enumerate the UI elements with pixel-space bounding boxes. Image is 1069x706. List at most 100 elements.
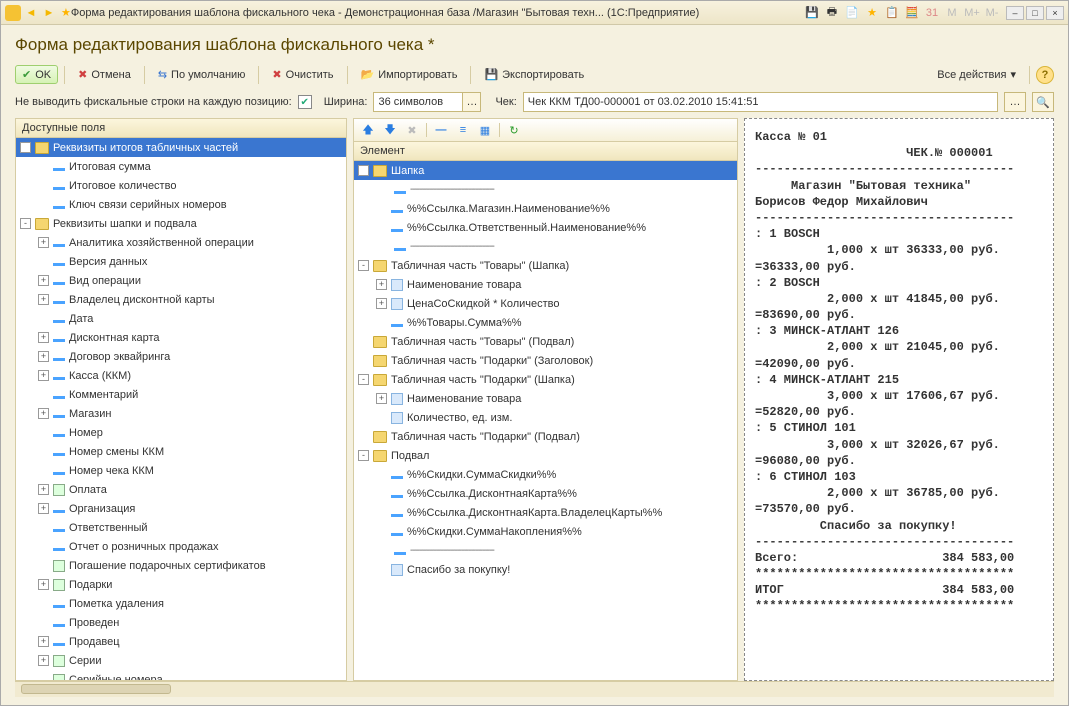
- default-button[interactable]: ⇆По умолчанию: [151, 65, 253, 84]
- expand-toggle[interactable]: +: [376, 279, 387, 290]
- expand-toggle[interactable]: +: [38, 636, 49, 647]
- refresh-icon[interactable]: ↻: [506, 122, 522, 138]
- expand-toggle[interactable]: +: [38, 655, 49, 666]
- tree-item[interactable]: +Касса (ККМ): [16, 366, 346, 385]
- expand-toggle[interactable]: +: [38, 275, 49, 286]
- move-up-icon[interactable]: 🡅: [360, 122, 376, 138]
- elements-tree[interactable]: -Шапка----------------------------------…: [354, 161, 737, 680]
- tree-item[interactable]: +Дисконтная карта: [16, 328, 346, 347]
- tree-item[interactable]: %%Скидки.СуммаНакопления%%: [354, 522, 737, 541]
- tree-item[interactable]: Номер: [16, 423, 346, 442]
- delete-icon[interactable]: ✖: [404, 122, 420, 138]
- tree-item[interactable]: +Серии: [16, 651, 346, 670]
- tree-item[interactable]: +Аналитика хозяйственной операции: [16, 233, 346, 252]
- tree-item[interactable]: +Владелец дисконтной карты: [16, 290, 346, 309]
- expand-toggle[interactable]: +: [38, 351, 49, 362]
- scrollbar-thumb[interactable]: [21, 684, 171, 694]
- tree-item[interactable]: Спасибо за покупку!: [354, 560, 737, 579]
- check-browse-button[interactable]: …: [1004, 92, 1026, 112]
- tree-item[interactable]: %%Ссылка.Магазин.Наименование%%: [354, 199, 737, 218]
- separator-item[interactable]: ------------------------------------: [354, 541, 737, 560]
- check-lookup-button[interactable]: 🔍: [1032, 92, 1054, 112]
- forward-icon[interactable]: ►: [41, 5, 57, 21]
- horizontal-scrollbar[interactable]: [15, 681, 1054, 697]
- tree-item[interactable]: Количество, ед. изм.: [354, 408, 737, 427]
- star2-icon[interactable]: ★: [864, 5, 880, 21]
- tree-item[interactable]: Табличная часть "Подарки" (Заголовок): [354, 351, 737, 370]
- tree-item[interactable]: Версия данных: [16, 252, 346, 271]
- tree-item[interactable]: Проведен: [16, 613, 346, 632]
- tree-item[interactable]: -Подвал: [354, 446, 737, 465]
- back-icon[interactable]: ◄: [23, 5, 39, 21]
- help-button[interactable]: ?: [1036, 66, 1054, 84]
- expand-icon[interactable]: ≡: [455, 122, 471, 138]
- tree-item[interactable]: Серийные номера: [16, 670, 346, 680]
- suppress-checkbox[interactable]: ✔: [298, 95, 312, 109]
- tree-item[interactable]: +Наименование товара: [354, 389, 737, 408]
- tree-item[interactable]: Итоговое количество: [16, 176, 346, 195]
- expand-toggle[interactable]: +: [376, 298, 387, 309]
- tree-item[interactable]: +Организация: [16, 499, 346, 518]
- tree-item[interactable]: -Реквизиты итогов табличных частей: [16, 138, 346, 157]
- tree-item[interactable]: -Табличная часть "Товары" (Шапка): [354, 256, 737, 275]
- expand-toggle[interactable]: +: [38, 484, 49, 495]
- tree-item[interactable]: %%Товары.Сумма%%: [354, 313, 737, 332]
- expand-toggle[interactable]: +: [38, 332, 49, 343]
- expand-toggle[interactable]: -: [20, 218, 31, 229]
- favorite-icon[interactable]: ★: [61, 6, 71, 19]
- expand-toggle[interactable]: -: [358, 165, 369, 176]
- cancel-button[interactable]: ✖Отмена: [71, 65, 138, 84]
- list-icon[interactable]: ▦: [477, 122, 493, 138]
- tree-item[interactable]: %%Скидки.СуммаСкидки%%: [354, 465, 737, 484]
- tree-item[interactable]: Номер чека ККМ: [16, 461, 346, 480]
- calendar-icon[interactable]: 31: [924, 5, 940, 21]
- mplus-icon[interactable]: M+: [964, 5, 980, 21]
- tree-item[interactable]: %%Ссылка.ДисконтнаяКарта%%: [354, 484, 737, 503]
- tree-item[interactable]: Табличная часть "Товары" (Подвал): [354, 332, 737, 351]
- tree-item[interactable]: +Магазин: [16, 404, 346, 423]
- all-actions-button[interactable]: Все действия▾: [930, 65, 1023, 84]
- width-input[interactable]: [373, 92, 463, 112]
- tree-item[interactable]: -Реквизиты шапки и подвала: [16, 214, 346, 233]
- width-dropdown-more[interactable]: …: [463, 92, 481, 112]
- tree-item[interactable]: Отчет о розничных продажах: [16, 537, 346, 556]
- clear-button[interactable]: ✖Очистить: [265, 65, 340, 84]
- import-button[interactable]: 📂Импортировать: [354, 65, 465, 84]
- doc-icon[interactable]: 📄: [844, 5, 860, 21]
- tree-item[interactable]: Комментарий: [16, 385, 346, 404]
- maximize-button[interactable]: □: [1026, 6, 1044, 20]
- tree-item[interactable]: Табличная часть "Подарки" (Подвал): [354, 427, 737, 446]
- m-icon[interactable]: M: [944, 5, 960, 21]
- expand-toggle[interactable]: +: [38, 370, 49, 381]
- tree-item[interactable]: +Вид операции: [16, 271, 346, 290]
- separator-item[interactable]: ------------------------------------: [354, 180, 737, 199]
- close-button[interactable]: ×: [1046, 6, 1064, 20]
- tree-item[interactable]: Пометка удаления: [16, 594, 346, 613]
- expand-toggle[interactable]: +: [376, 393, 387, 404]
- export-button[interactable]: 💾Экспортировать: [477, 65, 591, 84]
- clipboard-icon[interactable]: 📋: [884, 5, 900, 21]
- expand-toggle[interactable]: +: [38, 408, 49, 419]
- collapse-icon[interactable]: —: [433, 122, 449, 138]
- expand-toggle[interactable]: -: [358, 260, 369, 271]
- tree-item[interactable]: +Продавец: [16, 632, 346, 651]
- print-icon[interactable]: 🖶: [824, 5, 840, 21]
- tree-item[interactable]: +Договор эквайринга: [16, 347, 346, 366]
- calc-icon[interactable]: 🧮: [904, 5, 920, 21]
- move-down-icon[interactable]: 🡇: [382, 122, 398, 138]
- tree-item[interactable]: Итоговая сумма: [16, 157, 346, 176]
- tree-item[interactable]: Номер смены ККМ: [16, 442, 346, 461]
- tree-item[interactable]: -Табличная часть "Подарки" (Шапка): [354, 370, 737, 389]
- tree-item[interactable]: +ЦенаСоСкидкой * Количество: [354, 294, 737, 313]
- ok-button[interactable]: ✔OK: [15, 65, 58, 84]
- expand-toggle[interactable]: +: [38, 294, 49, 305]
- tree-item[interactable]: +Подарки: [16, 575, 346, 594]
- tree-item[interactable]: -Шапка: [354, 161, 737, 180]
- expand-toggle[interactable]: -: [358, 374, 369, 385]
- mminus-icon[interactable]: M-: [984, 5, 1000, 21]
- minimize-button[interactable]: –: [1006, 6, 1024, 20]
- separator-item[interactable]: ------------------------------------: [354, 237, 737, 256]
- save-icon[interactable]: 💾: [804, 5, 820, 21]
- tree-item[interactable]: Ключ связи серийных номеров: [16, 195, 346, 214]
- expand-toggle[interactable]: +: [38, 503, 49, 514]
